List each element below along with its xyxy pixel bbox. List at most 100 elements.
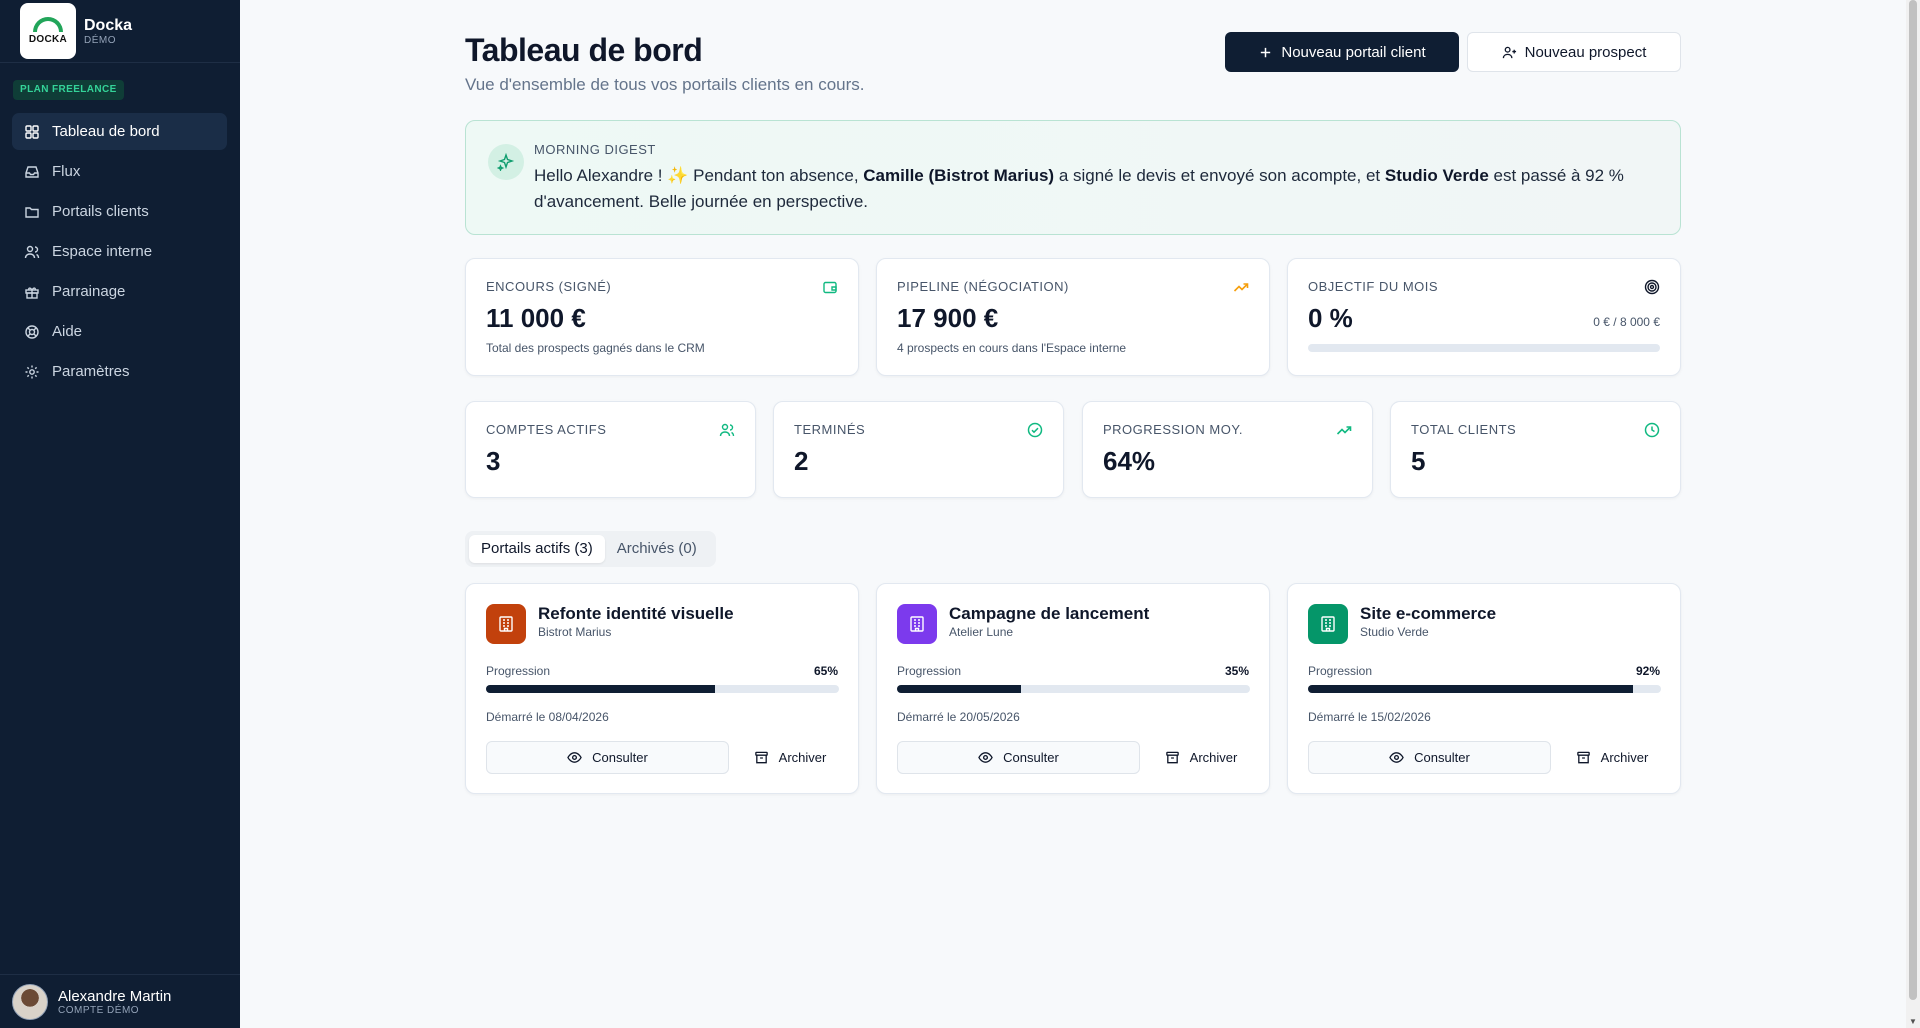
- sidebar-item-espace-interne[interactable]: Espace interne: [12, 233, 227, 270]
- stat-label: TOTAL CLIENTS: [1411, 422, 1517, 437]
- archive-icon: [754, 751, 768, 764]
- new-client-portal-button[interactable]: Nouveau portail client: [1225, 32, 1459, 72]
- portal-title: Campagne de lancement: [949, 604, 1150, 623]
- user-profile[interactable]: Alexandre Martin COMPTE DÉMO: [0, 974, 240, 1028]
- kpi-card-objectif: OBJECTIF DU MOIS 0 % 0 € / 8 000 €: [1287, 258, 1681, 376]
- portal-card: Site e-commerce Studio Verde Progression…: [1287, 583, 1681, 794]
- progress-fill: [1308, 685, 1633, 693]
- docka-logo: DOCKA: [20, 3, 76, 59]
- brand-sub: DÉMO: [84, 34, 116, 46]
- trending-up-icon: [1233, 283, 1249, 292]
- eye-icon: [567, 752, 582, 763]
- view-label: Consulter: [592, 750, 648, 765]
- morning-digest: MORNING DIGEST Hello Alexandre ! ✨ Penda…: [465, 120, 1681, 235]
- logo-text: DOCKA: [28, 34, 68, 45]
- new-client-portal-label: Nouveau portail client: [1281, 43, 1426, 61]
- archive-label: Archiver: [1600, 750, 1649, 765]
- page-scrollbar[interactable]: ▼: [1906, 0, 1920, 1028]
- start-date: Démarré le 20/05/2026: [897, 710, 1020, 724]
- portal-title: Site e-commerce: [1360, 604, 1497, 623]
- stat-card-total-clients: TOTAL CLIENTS 5: [1390, 401, 1681, 498]
- portal-card: Refonte identité visuelle Bistrot Marius…: [465, 583, 859, 794]
- new-prospect-label: Nouveau prospect: [1524, 43, 1647, 61]
- portal-tabs: Portails actifs (3) Archivés (0): [465, 531, 716, 567]
- kpi-value: 11 000 €: [486, 303, 586, 333]
- progress-percent: 35%: [1224, 664, 1249, 678]
- stat-label: COMPTES ACTIFS: [486, 422, 607, 437]
- progress-bar: [486, 685, 839, 693]
- stat-label: PROGRESSION MOY.: [1103, 422, 1243, 437]
- sidebar-item-parametres[interactable]: Paramètres: [12, 353, 227, 390]
- kpi-sub: 4 prospects en cours dans l'Espace inter…: [897, 341, 1127, 355]
- new-prospect-button[interactable]: Nouveau prospect: [1467, 32, 1681, 72]
- view-button[interactable]: Consulter: [897, 741, 1140, 774]
- tab-archives[interactable]: Archivés (0): [605, 535, 709, 563]
- progress-label: Progression: [897, 664, 962, 678]
- folder-icon: [25, 206, 39, 218]
- scroll-down-arrow[interactable]: ▼: [1909, 1017, 1917, 1026]
- wallet-icon: [823, 281, 837, 294]
- sidebar-item-parrainage[interactable]: Parrainage: [12, 273, 227, 310]
- stat-card-termines: TERMINÉS 2: [773, 401, 1064, 498]
- portal-title: Refonte identité visuelle: [538, 604, 734, 623]
- brand[interactable]: DOCKA Docka DÉMO: [0, 0, 240, 63]
- trending-up-icon: [1336, 426, 1352, 435]
- users-icon: [24, 245, 40, 258]
- portal-client: Atelier Lune: [949, 625, 1014, 639]
- archive-button[interactable]: Archiver: [741, 741, 839, 774]
- stat-value: 2: [794, 446, 809, 476]
- user-plus-icon: [1502, 46, 1516, 58]
- sidebar-item-portails-clients[interactable]: Portails clients: [12, 193, 227, 230]
- archive-icon: [1576, 751, 1590, 764]
- progress-label: Progression: [1308, 664, 1373, 678]
- sparkles-icon: [488, 144, 524, 180]
- archive-label: Archiver: [778, 750, 827, 765]
- building-icon: [486, 604, 526, 644]
- kpi-label: OBJECTIF DU MOIS: [1308, 279, 1439, 294]
- brand-name: Docka: [84, 16, 133, 34]
- plan-badge: PLAN FREELANCE: [13, 80, 124, 100]
- gear-icon: [25, 365, 39, 378]
- digest-text: Hello Alexandre ! ✨ Pendant ton absence,…: [534, 166, 1624, 211]
- eye-icon: [978, 752, 993, 763]
- stat-card-progression: PROGRESSION MOY. 64%: [1082, 401, 1373, 498]
- page-title: Tableau de bord: [465, 32, 703, 68]
- archive-button[interactable]: Archiver: [1563, 741, 1661, 774]
- check-circle-icon: [1027, 422, 1043, 438]
- gift-icon: [25, 286, 39, 299]
- portal-card: Campagne de lancement Atelier Lune Progr…: [876, 583, 1270, 794]
- progress-fill: [486, 685, 716, 693]
- scrollbar-thumb[interactable]: [1909, 0, 1917, 1000]
- portal-client: Studio Verde: [1360, 625, 1429, 639]
- stat-value: 64%: [1103, 446, 1156, 476]
- sidebar-nav: Tableau de bord Flux Portails clients Es…: [12, 113, 227, 393]
- avatar: [12, 983, 48, 1020]
- tab-portails-actifs[interactable]: Portails actifs (3): [469, 535, 605, 563]
- stat-value: 5: [1411, 446, 1426, 476]
- sidebar-item-label: Portails clients: [52, 203, 149, 220]
- sidebar-item-tableau-de-bord[interactable]: Tableau de bord: [12, 113, 227, 150]
- kpi-card-encours: ENCOURS (SIGNÉ) 11 000 € Total des prosp…: [465, 258, 859, 376]
- archive-button[interactable]: Archiver: [1152, 741, 1250, 774]
- view-label: Consulter: [1003, 750, 1059, 765]
- plus-icon: [1261, 47, 1271, 57]
- view-button[interactable]: Consulter: [486, 741, 729, 774]
- user-name: Alexandre Martin: [58, 987, 172, 1005]
- sidebar-item-aide[interactable]: Aide: [12, 313, 227, 350]
- progress-fill: [897, 685, 1021, 693]
- view-button[interactable]: Consulter: [1308, 741, 1551, 774]
- kpi-value: 17 900 €: [897, 303, 999, 333]
- target-icon: [1644, 279, 1660, 295]
- sidebar: DOCKA Docka DÉMO PLAN FREELANCE Tableau …: [0, 0, 240, 1028]
- page-subtitle: Vue d'ensemble de tous vos portails clie…: [465, 75, 865, 94]
- lifebuoy-icon: [25, 324, 39, 339]
- kpi-label: ENCOURS (SIGNÉ): [486, 279, 612, 294]
- sidebar-item-flux[interactable]: Flux: [12, 153, 227, 190]
- progress-percent: 65%: [813, 664, 838, 678]
- sidebar-item-label: Tableau de bord: [52, 123, 160, 140]
- stat-value: 3: [486, 446, 501, 476]
- progress-bar: [897, 685, 1250, 693]
- inbox-icon: [25, 165, 39, 178]
- portal-client: Bistrot Marius: [538, 625, 612, 639]
- sidebar-item-label: Parrainage: [52, 283, 126, 300]
